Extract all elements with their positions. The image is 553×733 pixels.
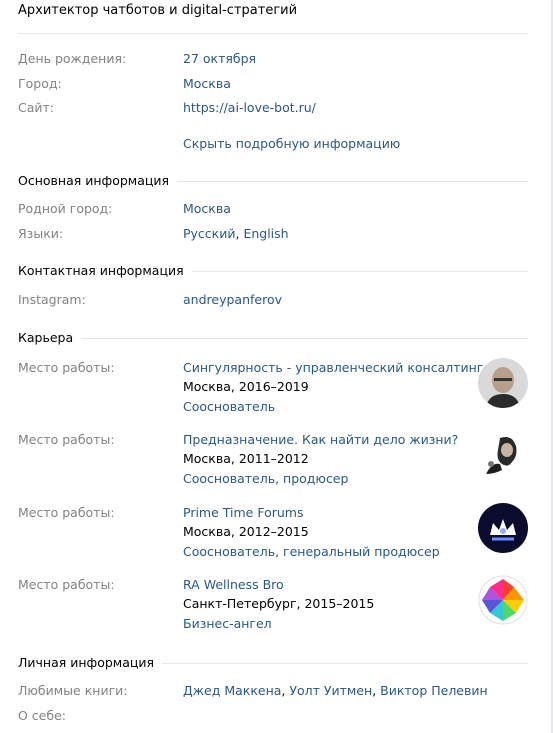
languages-value: Русский, English — [183, 226, 289, 241]
job-label: Место работы: — [18, 432, 115, 447]
pinwheel-logo-icon — [478, 575, 528, 625]
job-role-link[interactable]: Сооснователь, генеральный продюсер — [183, 544, 440, 559]
about-row: О себе: — [18, 708, 528, 726]
divider — [18, 338, 528, 339]
job-role-link[interactable]: Бизнес-ангел — [183, 616, 272, 631]
job-label: Место работы: — [18, 577, 115, 592]
languages-row: Языки: Русский, English — [18, 226, 528, 244]
job-item: Место работы: Prime Time Forums Москва, … — [18, 503, 528, 575]
section-basic-info: Основная информация — [18, 173, 528, 191]
profile-tagline: Архитектор чатботов и digital-стратегий — [18, 3, 298, 18]
job-item: Место работы: Предназначение. Как найти … — [18, 430, 528, 502]
hometown-row: Родной город: Москва — [18, 201, 528, 219]
job-item: Место работы: Сингулярность - управленче… — [18, 358, 528, 430]
section-contact-info: Контактная информация — [18, 263, 528, 281]
company-link[interactable]: Prime Time Forums — [183, 505, 303, 520]
job-role-link[interactable]: Сооснователь, продюсер — [183, 471, 348, 486]
books-row: Любимые книги: Джед Маккена, Уолт Уитмен… — [18, 683, 528, 701]
site-row: Сайт: https://ai-love-bot.ru/ — [18, 100, 528, 118]
job-label: Место работы: — [18, 505, 115, 520]
books-label: Любимые книги: — [18, 683, 128, 698]
company-avatar[interactable] — [478, 430, 528, 480]
city-link[interactable]: Москва — [183, 76, 231, 91]
instagram-label: Instagram: — [18, 292, 86, 307]
hometown-label: Родной город: — [18, 201, 113, 216]
job-role-link[interactable]: Сооснователь — [183, 399, 275, 414]
book-link[interactable]: Джед Маккена — [183, 683, 281, 698]
company-link[interactable]: Предназначение. Как найти дело жизни? — [183, 432, 458, 447]
books-value: Джед Маккена, Уолт Уитмен, Виктор Пелеви… — [183, 683, 488, 698]
city-row: Город: Москва — [18, 76, 528, 94]
company-link[interactable]: RA Wellness Bro — [183, 577, 284, 592]
section-title: Контактная информация — [18, 263, 192, 278]
city-label: Город: — [18, 76, 62, 91]
job-place: Москва, 2016–2019 — [183, 379, 309, 394]
section-title: Основная информация — [18, 173, 178, 188]
site-label: Сайт: — [18, 100, 55, 115]
crown-logo-icon — [478, 503, 528, 553]
hide-details-link[interactable]: Скрыть подробную информацию — [183, 136, 400, 151]
section-title: Карьера — [18, 330, 82, 345]
languages-label: Языки: — [18, 226, 64, 241]
portrait-icon — [478, 358, 528, 408]
about-label: О себе: — [18, 708, 66, 723]
birthday-link[interactable]: 27 октября — [183, 51, 256, 66]
birthday-label: День рождения: — [18, 51, 127, 66]
language-link[interactable]: English — [243, 226, 288, 241]
book-link[interactable]: Уолт Уитмен — [289, 683, 372, 698]
bearded-man-icon — [478, 430, 528, 480]
company-avatar[interactable] — [478, 503, 528, 553]
section-personal-info: Личная информация — [18, 655, 528, 673]
section-title: Личная информация — [18, 655, 163, 670]
job-label: Место работы: — [18, 360, 115, 375]
job-place: Москва, 2011–2012 — [183, 451, 309, 466]
hide-details-row: Скрыть подробную информацию — [18, 136, 528, 154]
language-link[interactable]: Русский — [183, 226, 235, 241]
company-avatar[interactable] — [478, 575, 528, 625]
company-link[interactable]: Сингулярность - управленческий консалтин… — [183, 360, 483, 375]
separator: , — [372, 683, 381, 698]
birthday-row: День рождения: 27 октября — [18, 51, 528, 69]
hometown-link[interactable]: Москва — [183, 201, 231, 216]
job-place: Санкт-Петербург, 2015–2015 — [183, 596, 375, 611]
section-career: Карьера — [18, 330, 528, 348]
divider — [18, 33, 528, 34]
site-link[interactable]: https://ai-love-bot.ru/ — [183, 100, 316, 115]
instagram-row: Instagram: andreypanferov — [18, 292, 528, 310]
book-link[interactable]: Виктор Пелевин — [380, 683, 488, 698]
job-place: Москва, 2012–2015 — [183, 524, 309, 539]
job-item: Место работы: RA Wellness Bro Санкт-Пете… — [18, 575, 528, 647]
instagram-link[interactable]: andreypanferov — [183, 292, 282, 307]
company-avatar[interactable] — [478, 358, 528, 408]
